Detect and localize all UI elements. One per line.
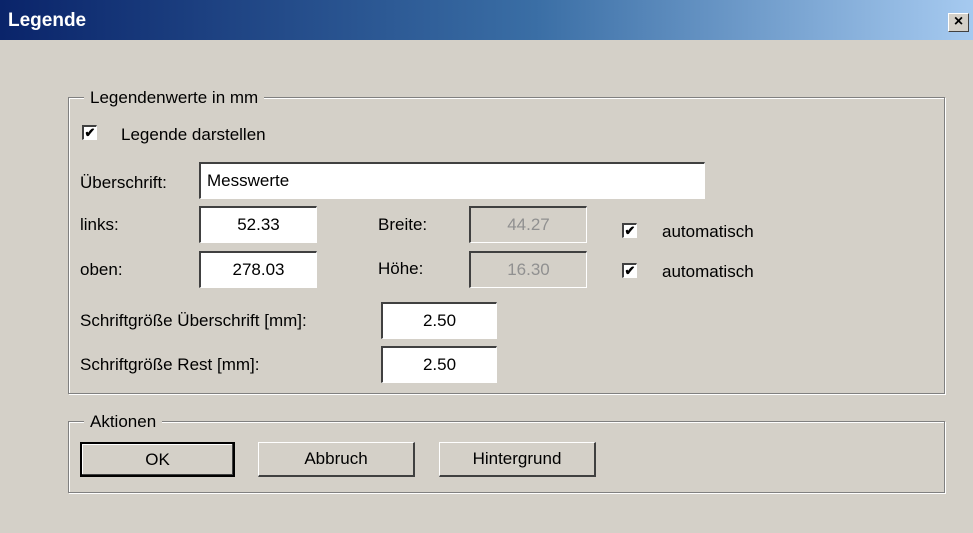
auto-width-label: automatisch (662, 222, 754, 241)
title-bar[interactable]: Legende × (0, 0, 973, 40)
width-input (469, 206, 587, 243)
checkmark-icon: ✔ (84, 125, 96, 140)
close-button[interactable]: × (948, 13, 969, 32)
left-input[interactable] (199, 206, 317, 243)
actions-group-label: Aktionen (84, 412, 163, 432)
font-size-heading-input[interactable] (381, 302, 497, 339)
auto-width-checkbox[interactable]: ✔ (622, 223, 637, 238)
top-input[interactable] (199, 251, 317, 288)
cancel-button[interactable]: Abbruch (258, 442, 415, 477)
legend-values-group-label: Legendenwerte in mm (84, 88, 265, 108)
width-label: Breite: (378, 215, 428, 234)
heading-input[interactable] (199, 162, 705, 199)
show-legend-label: Legende darstellen (121, 125, 266, 144)
show-legend-checkbox[interactable]: ✔ (82, 125, 97, 140)
close-icon: × (953, 13, 964, 30)
top-label: oben: (80, 260, 123, 279)
background-button[interactable]: Hintergrund (439, 442, 596, 477)
auto-height-label: automatisch (662, 262, 754, 281)
left-label: links: (80, 215, 119, 234)
heading-label: Überschrift: (80, 173, 167, 192)
font-size-heading-label: Schriftgröße Überschrift [mm]: (80, 311, 307, 330)
window-title: Legende (8, 10, 87, 31)
checkmark-icon: ✔ (624, 263, 636, 278)
font-size-rest-label: Schriftgröße Rest [mm]: (80, 355, 260, 374)
height-label: Höhe: (378, 259, 424, 278)
height-input (469, 251, 587, 288)
checkmark-icon: ✔ (624, 223, 636, 238)
ok-button[interactable]: OK (80, 442, 235, 477)
font-size-rest-input[interactable] (381, 346, 497, 383)
auto-height-checkbox[interactable]: ✔ (622, 263, 637, 278)
